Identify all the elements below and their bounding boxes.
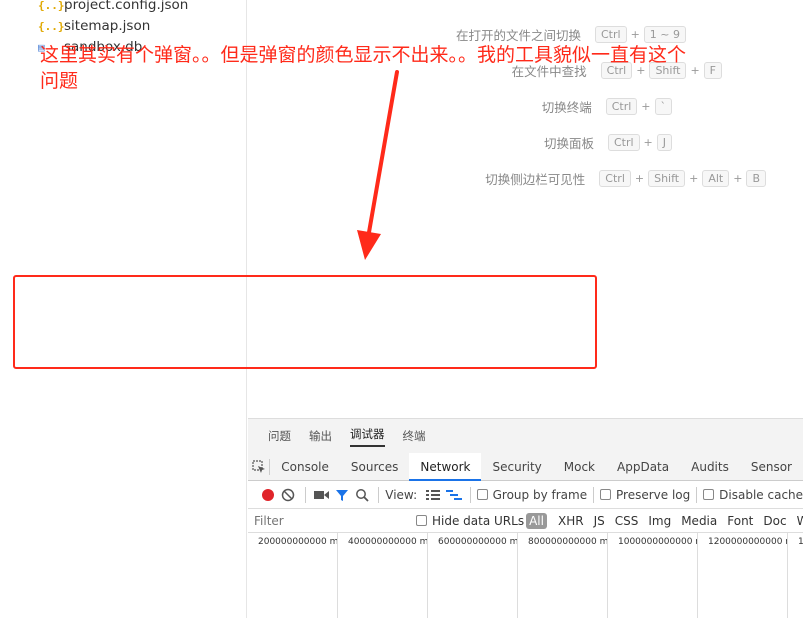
file-item-project-config[interactable]: {..} project.config.json [38,0,188,15]
tab-sensor[interactable]: Sensor [740,453,803,481]
timeline-tick: 1000000000000 ms [608,533,698,618]
divider [469,486,471,503]
plus: + [630,27,640,41]
group-by-frame-checkbox[interactable]: Group by frame [476,487,588,502]
plus: + [733,171,743,185]
divider [304,486,306,503]
key: Shift [648,169,686,187]
inspect-element-icon[interactable] [248,458,271,475]
shortcut-desc: 在打开的文件之间切换 [455,27,581,43]
hide-data-urls-checkbox[interactable]: Hide data URLs [416,514,524,528]
timeline-tick: 600000000000 ms [428,533,518,618]
filter-type-font[interactable]: Font [722,514,758,528]
plus: + [641,99,651,113]
timeline-tick: 1200000000000 ms [698,533,788,618]
key: F [703,61,722,79]
filter-type-all[interactable]: All [526,512,547,529]
timeline-tick: 400000000000 ms [338,533,428,618]
checkbox-icon [476,488,488,500]
timeline-tick: 800000000000 ms [518,533,608,618]
checkbox-label: Disable cache [719,487,803,502]
divider [378,486,380,503]
checkbox-label: Preserve log [616,487,691,502]
waterfall-view-icon[interactable] [443,489,463,501]
checkbox-label: Hide data URLs [432,513,525,528]
record-icon[interactable] [258,488,278,502]
tab-security[interactable]: Security [481,453,552,481]
tab-output[interactable]: 输出 [309,428,332,444]
key: 1 ~ 9 [643,25,686,43]
tab-audits[interactable]: Audits [680,453,740,481]
json-file-icon: {..} [38,0,65,12]
file-label: sitemap.json [64,18,151,34]
disable-cache-checkbox[interactable]: Disable cache [703,488,803,502]
key: ` [654,97,672,115]
checkbox-icon [416,514,427,526]
tab-mock[interactable]: Mock [553,453,606,481]
tab-terminal[interactable]: 终端 [403,428,426,444]
view-label: View: [385,487,418,502]
key: B [746,169,766,187]
tab-issues[interactable]: 问题 [268,428,291,444]
key: Ctrl [605,97,638,115]
shortcut-row-switch-files: 在打开的文件之间切换 Ctrl + 1 ~ 9 [456,24,686,44]
json-file-icon: {..} [38,19,65,33]
network-timeline: 200000000000 ms 400000000000 ms 60000000… [248,533,803,618]
key: J [656,133,672,151]
plus: + [643,135,653,149]
shortcut-row-toggle-panel: 切换面板 Ctrl + J [544,132,672,152]
network-filter-bar: Hide data URLs All XHR JS CSS Img Media … [248,509,803,533]
checkbox-icon [600,488,611,500]
search-icon[interactable] [352,488,372,502]
divider [593,486,594,503]
tab-debugger[interactable]: 调试器 [350,426,385,447]
filter-type-js[interactable]: JS [589,514,610,528]
bottom-panel-tabs: 问题 输出 调试器 终端 [248,419,803,453]
timeline-tick: 200000000000 ms [248,533,338,618]
list-view-icon[interactable] [423,489,443,501]
shortcut-row-toggle-terminal: 切换终端 Ctrl + ` [542,96,672,116]
tab-console[interactable]: Console [270,453,340,481]
file-label: project.config.json [64,0,189,13]
file-item-sitemap[interactable]: {..} sitemap.json [38,16,150,36]
key: Alt [702,169,730,187]
filter-type-ws[interactable]: WS [792,514,803,528]
checkbox-icon [703,488,715,500]
filter-type-css[interactable]: CSS [610,514,644,528]
highlight-box [13,275,597,369]
filter-type-xhr[interactable]: XHR [553,514,589,528]
devtools-tabs: Console Sources Network Security Mock Ap… [248,452,803,481]
annotation-arrow [357,70,399,260]
plus: + [689,171,699,185]
filter-type-media[interactable]: Media [676,514,722,528]
devtools-panel: 问题 输出 调试器 终端 Console Sources Network Sec… [248,418,803,618]
filter-type-doc[interactable]: Doc [758,514,791,528]
tab-appdata[interactable]: AppData [606,453,680,481]
filter-icon[interactable] [332,488,352,502]
camera-icon[interactable] [311,489,331,501]
tab-network[interactable]: Network [409,452,482,481]
divider [696,486,698,503]
key: Ctrl [599,169,631,187]
plus: + [634,171,645,185]
shortcut-row-toggle-sidebar: 切换侧边栏可见性 Ctrl + Shift + Alt + B [485,168,766,188]
filter-type-img[interactable]: Img [643,514,676,528]
key: Ctrl [607,133,640,151]
tab-sources[interactable]: Sources [340,453,409,481]
preserve-log-checkbox[interactable]: Preserve log [600,488,690,502]
timeline-tick: 14 [788,533,803,618]
shortcut-desc: 切换侧边栏可见性 [485,171,586,187]
shortcut-desc: 切换面板 [543,135,594,151]
filter-input[interactable] [248,510,404,531]
checkbox-label: Group by frame [492,487,588,502]
key: Ctrl [594,25,627,43]
shortcut-desc: 切换终端 [541,99,592,115]
network-toolbar: View: Group by frame Preserve log Disabl… [248,481,803,509]
clear-icon[interactable] [278,488,298,502]
